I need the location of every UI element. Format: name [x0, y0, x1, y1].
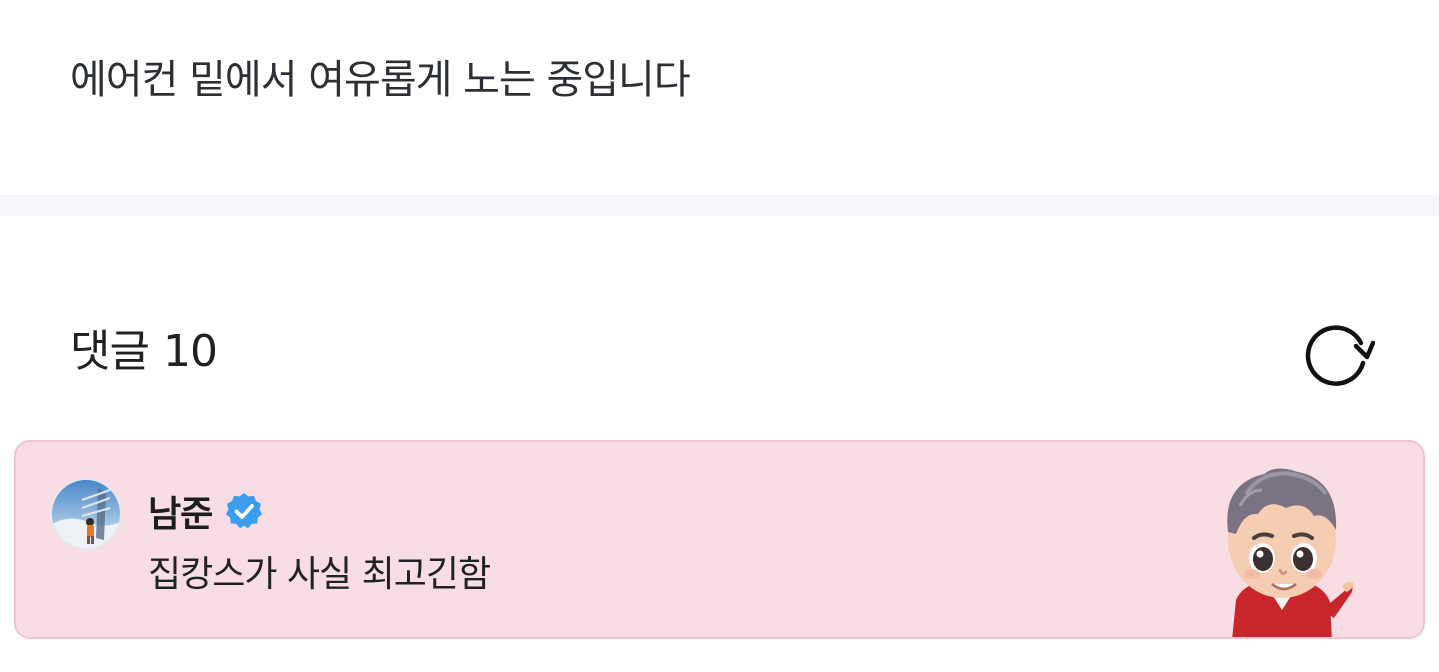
comments-title-label: 댓글	[70, 326, 150, 377]
comment-author-name[interactable]: 남준	[148, 485, 213, 537]
refresh-button[interactable]	[1296, 314, 1380, 394]
comment-author-row: 남준	[148, 485, 264, 537]
comments-count: 10	[162, 326, 218, 377]
avatar[interactable]	[50, 478, 122, 550]
comments-title: 댓글 10	[70, 324, 218, 380]
avatar-image	[52, 480, 120, 548]
comment-card: 남준 집캉스가 사실 최고긴함	[14, 440, 1425, 639]
refresh-icon	[1305, 325, 1375, 386]
post-text: 에어컨 밑에서 여유롭게 노는 중입니다	[70, 57, 691, 103]
comments-header: 댓글 10	[0, 216, 1439, 440]
post-body: 에어컨 밑에서 여유롭게 노는 중입니다	[0, 0, 1439, 195]
comment-text: 집캉스가 사실 최고긴함	[148, 554, 491, 595]
section-divider	[0, 195, 1439, 216]
character-sticker	[1202, 460, 1362, 637]
verified-badge-icon	[224, 491, 264, 531]
